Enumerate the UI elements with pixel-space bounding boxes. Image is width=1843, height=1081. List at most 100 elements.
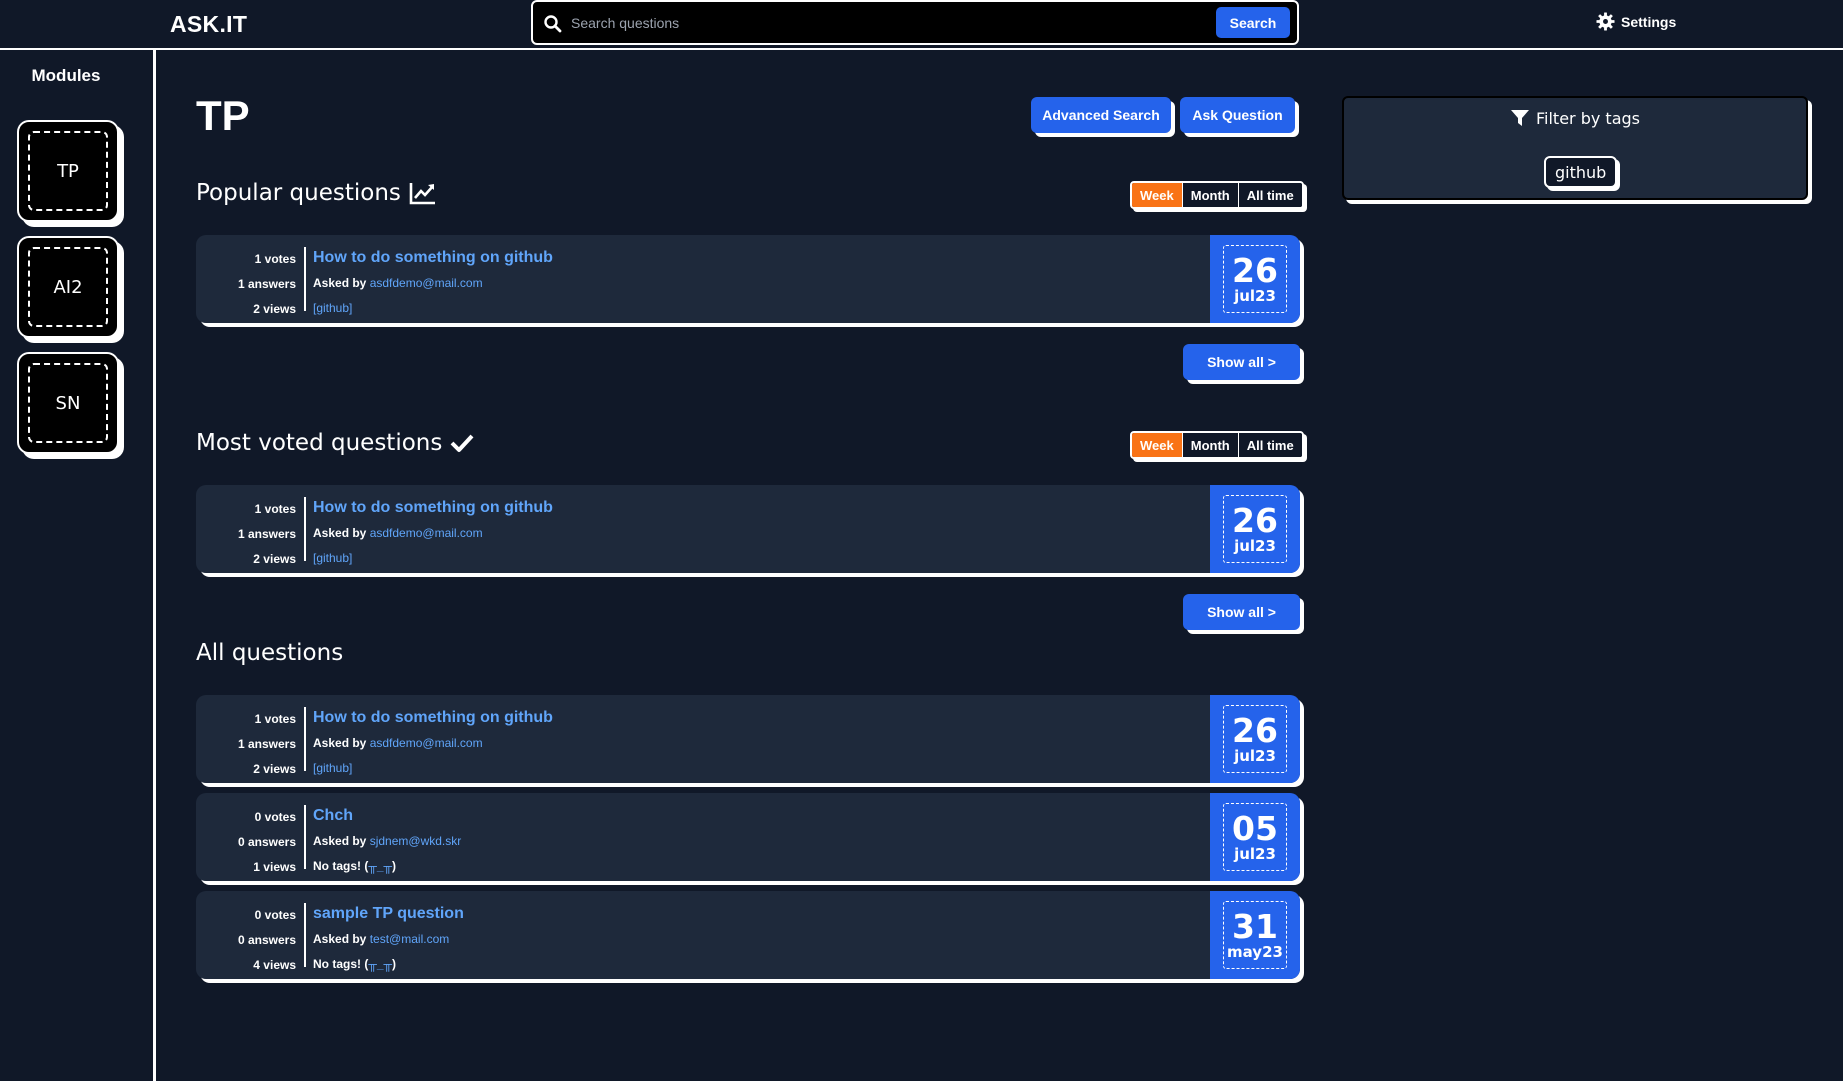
- question-title-link[interactable]: sample TP question: [313, 901, 464, 927]
- question-stats: 1 votes 1 answers 2 views: [196, 707, 304, 782]
- gear-icon: [1596, 12, 1615, 31]
- votes-count: 1 votes: [254, 252, 296, 266]
- answers-count: 1 answers: [237, 277, 296, 291]
- views-count: 1 views: [253, 860, 296, 874]
- answers-count: 0 answers: [237, 933, 296, 947]
- search-input[interactable]: [571, 8, 1231, 38]
- crying-emoticon: ╥_╥: [368, 957, 393, 971]
- views-count: 2 views: [253, 762, 296, 776]
- date-day: 31: [1232, 907, 1278, 946]
- show-all-popular-button[interactable]: Show all >: [1183, 344, 1300, 380]
- search-icon: [544, 15, 562, 33]
- question-card[interactable]: 1 votes 1 answers 2 views How to do some…: [196, 485, 1300, 573]
- votes-count: 1 votes: [254, 502, 296, 516]
- asked-by-label: Asked by: [313, 932, 367, 946]
- filter-title: Filter by tags: [1344, 108, 1806, 128]
- date-badge: 05 jul23: [1210, 793, 1300, 881]
- answers-count: 1 answers: [237, 527, 296, 541]
- asked-by-label: Asked by: [313, 834, 367, 848]
- votes-count: 0 votes: [254, 908, 296, 922]
- question-card[interactable]: 0 votes 0 answers 1 views Chch Asked by …: [196, 793, 1300, 881]
- search-button[interactable]: Search: [1216, 7, 1290, 38]
- module-label: SN: [28, 363, 108, 443]
- views-count: 2 views: [253, 302, 296, 316]
- asked-by-label: Asked by: [313, 736, 367, 750]
- tag-link[interactable]: [github]: [313, 551, 352, 565]
- popular-questions-heading: Popular questions: [196, 180, 437, 206]
- modules-title: Modules: [31, 66, 101, 85]
- page-title: TP: [196, 92, 250, 139]
- no-tags-message: No tags! (╥_╥): [313, 952, 464, 977]
- settings-link[interactable]: Settings: [1596, 12, 1676, 31]
- question-title-link[interactable]: How to do something on github: [313, 705, 553, 731]
- answers-count: 1 answers: [237, 737, 296, 751]
- asked-by-label: Asked by: [313, 526, 367, 540]
- divider: [304, 805, 306, 869]
- date-month: jul23: [1234, 845, 1276, 863]
- popular-period-selector: Week Month All time: [1130, 181, 1304, 209]
- question-card[interactable]: 1 votes 1 answers 2 views How to do some…: [196, 695, 1300, 783]
- question-stats: 1 votes 1 answers 2 views: [196, 497, 304, 572]
- author-link[interactable]: test@mail.com: [370, 932, 450, 946]
- date-badge: 26 jul23: [1210, 695, 1300, 783]
- author-link[interactable]: asdfdemo@mail.com: [370, 276, 483, 290]
- advanced-search-button[interactable]: Advanced Search: [1031, 97, 1171, 133]
- question-stats: 0 votes 0 answers 4 views: [196, 903, 304, 978]
- period-month-button[interactable]: Month: [1182, 183, 1239, 207]
- filter-by-tags-panel: Filter by tags github: [1342, 96, 1808, 200]
- date-badge: 26 jul23: [1210, 235, 1300, 323]
- author-link[interactable]: asdfdemo@mail.com: [370, 526, 483, 540]
- period-month-button[interactable]: Month: [1182, 433, 1239, 457]
- module-sn[interactable]: SN: [17, 352, 119, 454]
- no-tags-label: No tags! (: [313, 859, 369, 873]
- tag-link[interactable]: [github]: [313, 301, 352, 315]
- most-voted-heading: Most voted questions: [196, 430, 474, 456]
- date-badge: 31 may23: [1210, 891, 1300, 979]
- date-month: jul23: [1234, 747, 1276, 765]
- date-badge: 26 jul23: [1210, 485, 1300, 573]
- brand-logo[interactable]: ASK.IT: [170, 11, 247, 38]
- show-all-most-voted-button[interactable]: Show all >: [1183, 594, 1300, 630]
- filter-title-text: Filter by tags: [1536, 108, 1640, 128]
- date-day: 26: [1232, 501, 1278, 540]
- date-day: 26: [1232, 711, 1278, 750]
- votes-count: 1 votes: [254, 712, 296, 726]
- chart-line-icon: [409, 183, 435, 205]
- date-month: jul23: [1234, 537, 1276, 555]
- tag-filter-github[interactable]: github: [1544, 156, 1618, 188]
- author-link[interactable]: asdfdemo@mail.com: [370, 736, 483, 750]
- section-title-text: Popular questions: [196, 180, 401, 206]
- all-questions-heading: All questions: [196, 640, 343, 666]
- period-all-time-button[interactable]: All time: [1238, 433, 1302, 457]
- search-bar: Search: [531, 0, 1299, 45]
- divider: [304, 903, 306, 967]
- views-count: 2 views: [253, 552, 296, 566]
- question-title-link[interactable]: How to do something on github: [313, 495, 553, 521]
- period-week-button[interactable]: Week: [1132, 433, 1183, 457]
- divider: [304, 247, 306, 311]
- asked-by-label: Asked by: [313, 276, 367, 290]
- ask-question-button[interactable]: Ask Question: [1180, 97, 1295, 133]
- module-ai2[interactable]: AI2: [17, 236, 119, 338]
- filter-icon: [1511, 110, 1529, 126]
- no-tags-close: ): [392, 957, 397, 971]
- period-all-time-button[interactable]: All time: [1238, 183, 1302, 207]
- question-title-link[interactable]: Chch: [313, 803, 461, 829]
- views-count: 4 views: [253, 958, 296, 972]
- question-card[interactable]: 1 votes 1 answers 2 views How to do some…: [196, 235, 1300, 323]
- divider: [304, 497, 306, 561]
- question-card[interactable]: 0 votes 0 answers 4 views sample TP ques…: [196, 891, 1300, 979]
- top-navbar: ASK.IT Search Settings: [0, 0, 1843, 50]
- author-link[interactable]: sjdnem@wkd.skr: [370, 834, 462, 848]
- module-label: AI2: [28, 247, 108, 327]
- settings-label: Settings: [1621, 13, 1677, 30]
- section-title-text: Most voted questions: [196, 430, 443, 456]
- module-tp[interactable]: TP: [17, 120, 119, 222]
- question-title-link[interactable]: How to do something on github: [313, 245, 553, 271]
- tag-link[interactable]: [github]: [313, 761, 352, 775]
- module-label: TP: [28, 131, 108, 211]
- no-tags-close: ): [392, 859, 397, 873]
- period-week-button[interactable]: Week: [1132, 183, 1183, 207]
- question-stats: 0 votes 0 answers 1 views: [196, 805, 304, 880]
- most-voted-period-selector: Week Month All time: [1130, 431, 1304, 459]
